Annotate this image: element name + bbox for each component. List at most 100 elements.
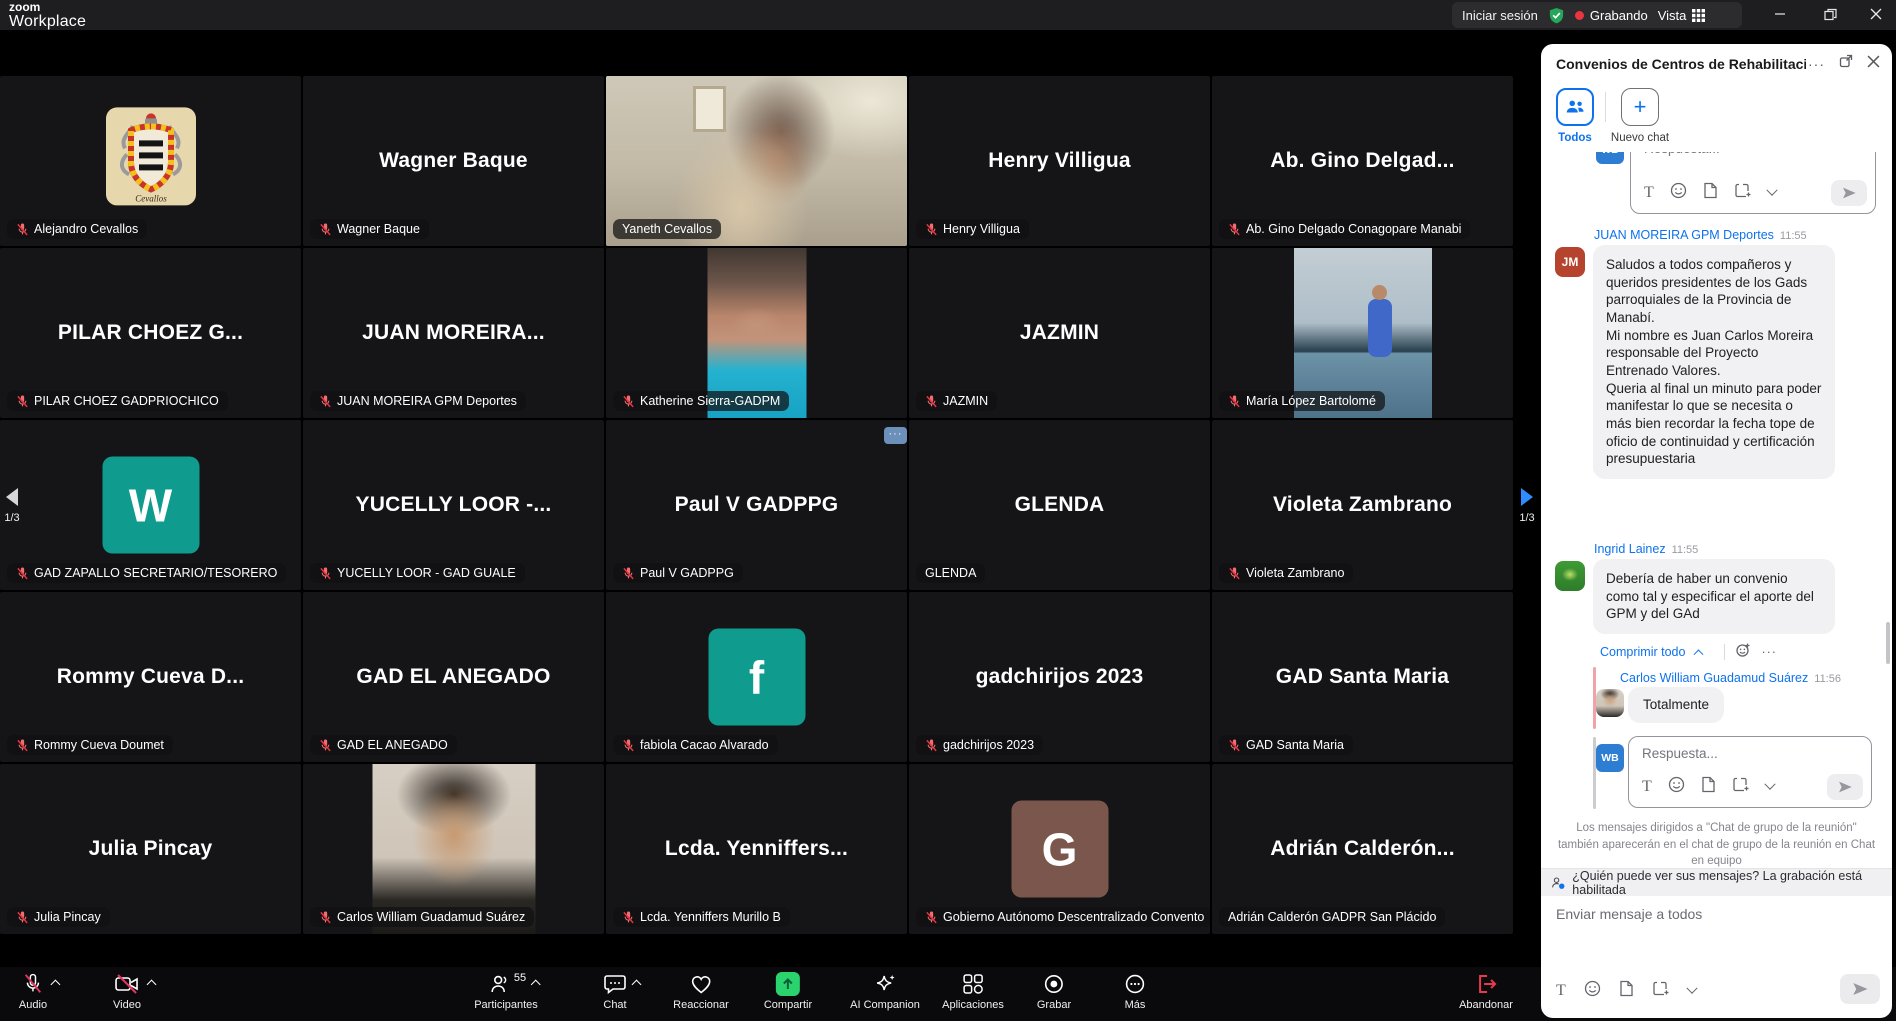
tab-todos[interactable] bbox=[1556, 88, 1594, 126]
new-chat-button[interactable]: + bbox=[1621, 88, 1659, 126]
send-button[interactable] bbox=[1827, 774, 1863, 800]
maximize-button[interactable] bbox=[1810, 0, 1850, 28]
audio-options-chevron[interactable] bbox=[51, 980, 61, 990]
chat-button[interactable]: Chat bbox=[603, 972, 627, 1011]
new-chat-label[interactable]: Nuevo chat bbox=[1605, 132, 1675, 144]
previous-page-button[interactable]: 1/3 bbox=[0, 488, 24, 524]
sign-in-button[interactable]: Iniciar sesión bbox=[1462, 8, 1538, 23]
participant-tile[interactable]: Katherine Sierra-GADPM bbox=[606, 248, 907, 418]
security-shield-icon[interactable] bbox=[1548, 7, 1565, 24]
participant-tile[interactable]: Lcda. Yenniffers...Lcda. Yenniffers Muri… bbox=[606, 764, 907, 934]
tab-todos-label[interactable]: Todos bbox=[1556, 132, 1594, 144]
participant-name-label: Lcda. Yenniffers Murillo B bbox=[613, 907, 790, 927]
participant-tile[interactable]: ffabiola Cacao Alvarado bbox=[606, 592, 907, 762]
plus-icon: + bbox=[1634, 96, 1647, 118]
pop-out-icon[interactable] bbox=[1839, 54, 1853, 73]
send-button[interactable] bbox=[1840, 974, 1880, 1004]
chevron-down-icon[interactable] bbox=[1686, 983, 1697, 994]
participant-tile[interactable]: gadchirijos 2023gadchirijos 2023 bbox=[909, 592, 1210, 762]
participants-options-chevron[interactable] bbox=[530, 980, 540, 990]
participant-tile[interactable]: GAD Santa MariaGAD Santa Maria bbox=[1212, 592, 1513, 762]
coat-of-arms-image: Cevallos bbox=[105, 106, 197, 206]
format-icon[interactable]: T bbox=[1556, 982, 1566, 1000]
participant-tile[interactable]: CevallosAlejandro Cevallos bbox=[0, 76, 301, 246]
message-bubble: Saludos a todos compañeros y queridos pr… bbox=[1593, 245, 1835, 479]
video-button[interactable]: Video bbox=[113, 972, 141, 1011]
apps-button[interactable]: Aplicaciones bbox=[942, 972, 1004, 1011]
message-author[interactable]: JUAN MOREIRA GPM Deportes11:55 bbox=[1594, 228, 1807, 242]
minimize-button[interactable] bbox=[1760, 0, 1800, 28]
reply-input-placeholder[interactable]: Respuesta... bbox=[1642, 746, 1718, 761]
ai-companion-button[interactable]: AI Companion bbox=[850, 972, 920, 1011]
participant-tile[interactable]: Carlos William Guadamud Suárez bbox=[303, 764, 604, 934]
add-reaction-icon[interactable] bbox=[1735, 642, 1751, 661]
send-icon bbox=[1841, 185, 1857, 201]
video-options-chevron[interactable] bbox=[147, 980, 157, 990]
participant-tile[interactable]: Ab. Gino Delgad...Ab. Gino Delgado Conag… bbox=[1212, 76, 1513, 246]
participant-tile[interactable]: JAZMINJAZMIN bbox=[909, 248, 1210, 418]
capture-icon[interactable] bbox=[1732, 776, 1750, 798]
participant-tile[interactable]: GGobierno Autónomo Descentralizado Conve… bbox=[909, 764, 1210, 934]
record-button[interactable]: Grabar bbox=[1037, 972, 1071, 1011]
next-page-button[interactable]: 1/3 bbox=[1514, 488, 1540, 524]
reply-input-placeholder[interactable]: Respuesta... bbox=[1644, 152, 1720, 156]
message-author[interactable]: Ingrid Lainez11:55 bbox=[1594, 542, 1698, 556]
participant-tile[interactable]: Violeta ZambranoVioleta Zambrano bbox=[1212, 420, 1513, 590]
view-button[interactable]: Vista bbox=[1658, 8, 1706, 23]
send-button[interactable] bbox=[1831, 180, 1867, 206]
format-icon[interactable]: T bbox=[1642, 778, 1652, 796]
participant-tile[interactable]: YUCELLY LOOR -...YUCELLY LOOR - GAD GUAL… bbox=[303, 420, 604, 590]
share-button[interactable]: Compartir bbox=[764, 972, 812, 1011]
emoji-icon[interactable] bbox=[1584, 980, 1601, 1002]
participant-tile[interactable]: JUAN MOREIRA...JUAN MOREIRA GPM Deportes bbox=[303, 248, 604, 418]
mic-muted-icon bbox=[22, 972, 44, 996]
participant-tile[interactable]: Wagner BaqueWagner Baque bbox=[303, 76, 604, 246]
chevron-down-icon[interactable] bbox=[1766, 185, 1777, 196]
capture-icon[interactable] bbox=[1734, 182, 1752, 204]
participant-tile[interactable]: GAD EL ANEGADOGAD EL ANEGADO bbox=[303, 592, 604, 762]
reply-composer-clipped[interactable]: Respuesta... T bbox=[1630, 152, 1876, 214]
audio-button[interactable]: Audio bbox=[19, 972, 47, 1011]
participant-tile[interactable]: Henry VilliguaHenry Villigua bbox=[909, 76, 1210, 246]
participant-tile[interactable]: Adrián Calderón...Adrián Calderón GADPR … bbox=[1212, 764, 1513, 934]
reply-bubble: Totalmente bbox=[1628, 687, 1724, 723]
participant-tile[interactable]: Rommy Cueva D...Rommy Cueva Doumet bbox=[0, 592, 301, 762]
leave-button[interactable]: Abandonar bbox=[1459, 972, 1513, 1011]
chat-more-button[interactable]: ··· bbox=[1808, 56, 1825, 72]
react-button[interactable]: Reaccionar bbox=[673, 972, 729, 1011]
main-composer-placeholder[interactable]: Enviar mensaje a todos bbox=[1556, 906, 1702, 922]
reply-author[interactable]: Carlos William Guadamud Suárez11:56 bbox=[1620, 671, 1841, 685]
capture-icon[interactable] bbox=[1652, 980, 1670, 1002]
chat-options-chevron[interactable] bbox=[632, 980, 642, 990]
collapse-thread-link[interactable]: Comprimir todo bbox=[1600, 645, 1685, 659]
chevron-down-icon[interactable] bbox=[1764, 779, 1775, 790]
muted-mic-icon bbox=[16, 395, 29, 408]
participant-tile[interactable]: Yaneth Cevallos bbox=[606, 76, 907, 246]
participant-tile[interactable]: WGAD ZAPALLO SECRETARIO/TESORERO bbox=[0, 420, 301, 590]
chat-message-list[interactable]: WB Respuesta... T JUAN MOREIRA GPM Depor… bbox=[1541, 152, 1892, 868]
file-icon[interactable] bbox=[1703, 182, 1718, 204]
emoji-icon[interactable] bbox=[1668, 776, 1685, 798]
more-button[interactable]: Más bbox=[1123, 972, 1147, 1011]
svg-text:Cevallos: Cevallos bbox=[135, 193, 167, 203]
participant-tile[interactable]: Julia PincayJulia Pincay bbox=[0, 764, 301, 934]
avatar bbox=[1555, 561, 1585, 591]
participant-name-label: Yaneth Cevallos bbox=[613, 219, 721, 239]
reply-composer[interactable]: Respuesta... T bbox=[1628, 736, 1872, 808]
participant-tile[interactable]: María López Bartolomé bbox=[1212, 248, 1513, 418]
file-icon[interactable] bbox=[1701, 776, 1716, 798]
participant-tile[interactable]: PILAR CHOEZ G...PILAR CHOEZ GADPRIOCHICO bbox=[0, 248, 301, 418]
close-chat-icon[interactable] bbox=[1867, 55, 1880, 73]
chat-notice: Los mensajes dirigidos a "Chat de grupo … bbox=[1556, 820, 1877, 868]
emoji-icon[interactable] bbox=[1670, 182, 1687, 204]
format-icon[interactable]: T bbox=[1644, 184, 1654, 202]
participants-button[interactable]: 55 Participantes bbox=[474, 972, 538, 1011]
tile-options-button[interactable]: ··· bbox=[884, 427, 907, 444]
participant-tile[interactable]: Paul V GADPPGPaul V GADPPG bbox=[606, 420, 907, 590]
file-icon[interactable] bbox=[1619, 980, 1634, 1002]
chat-scrollbar[interactable] bbox=[1886, 622, 1890, 664]
participant-tile[interactable]: GLENDAGLENDA bbox=[909, 420, 1210, 590]
close-window-button[interactable] bbox=[1856, 0, 1896, 28]
page-indicator: 1/3 bbox=[1514, 512, 1540, 524]
thread-more-button[interactable]: ··· bbox=[1761, 645, 1777, 659]
